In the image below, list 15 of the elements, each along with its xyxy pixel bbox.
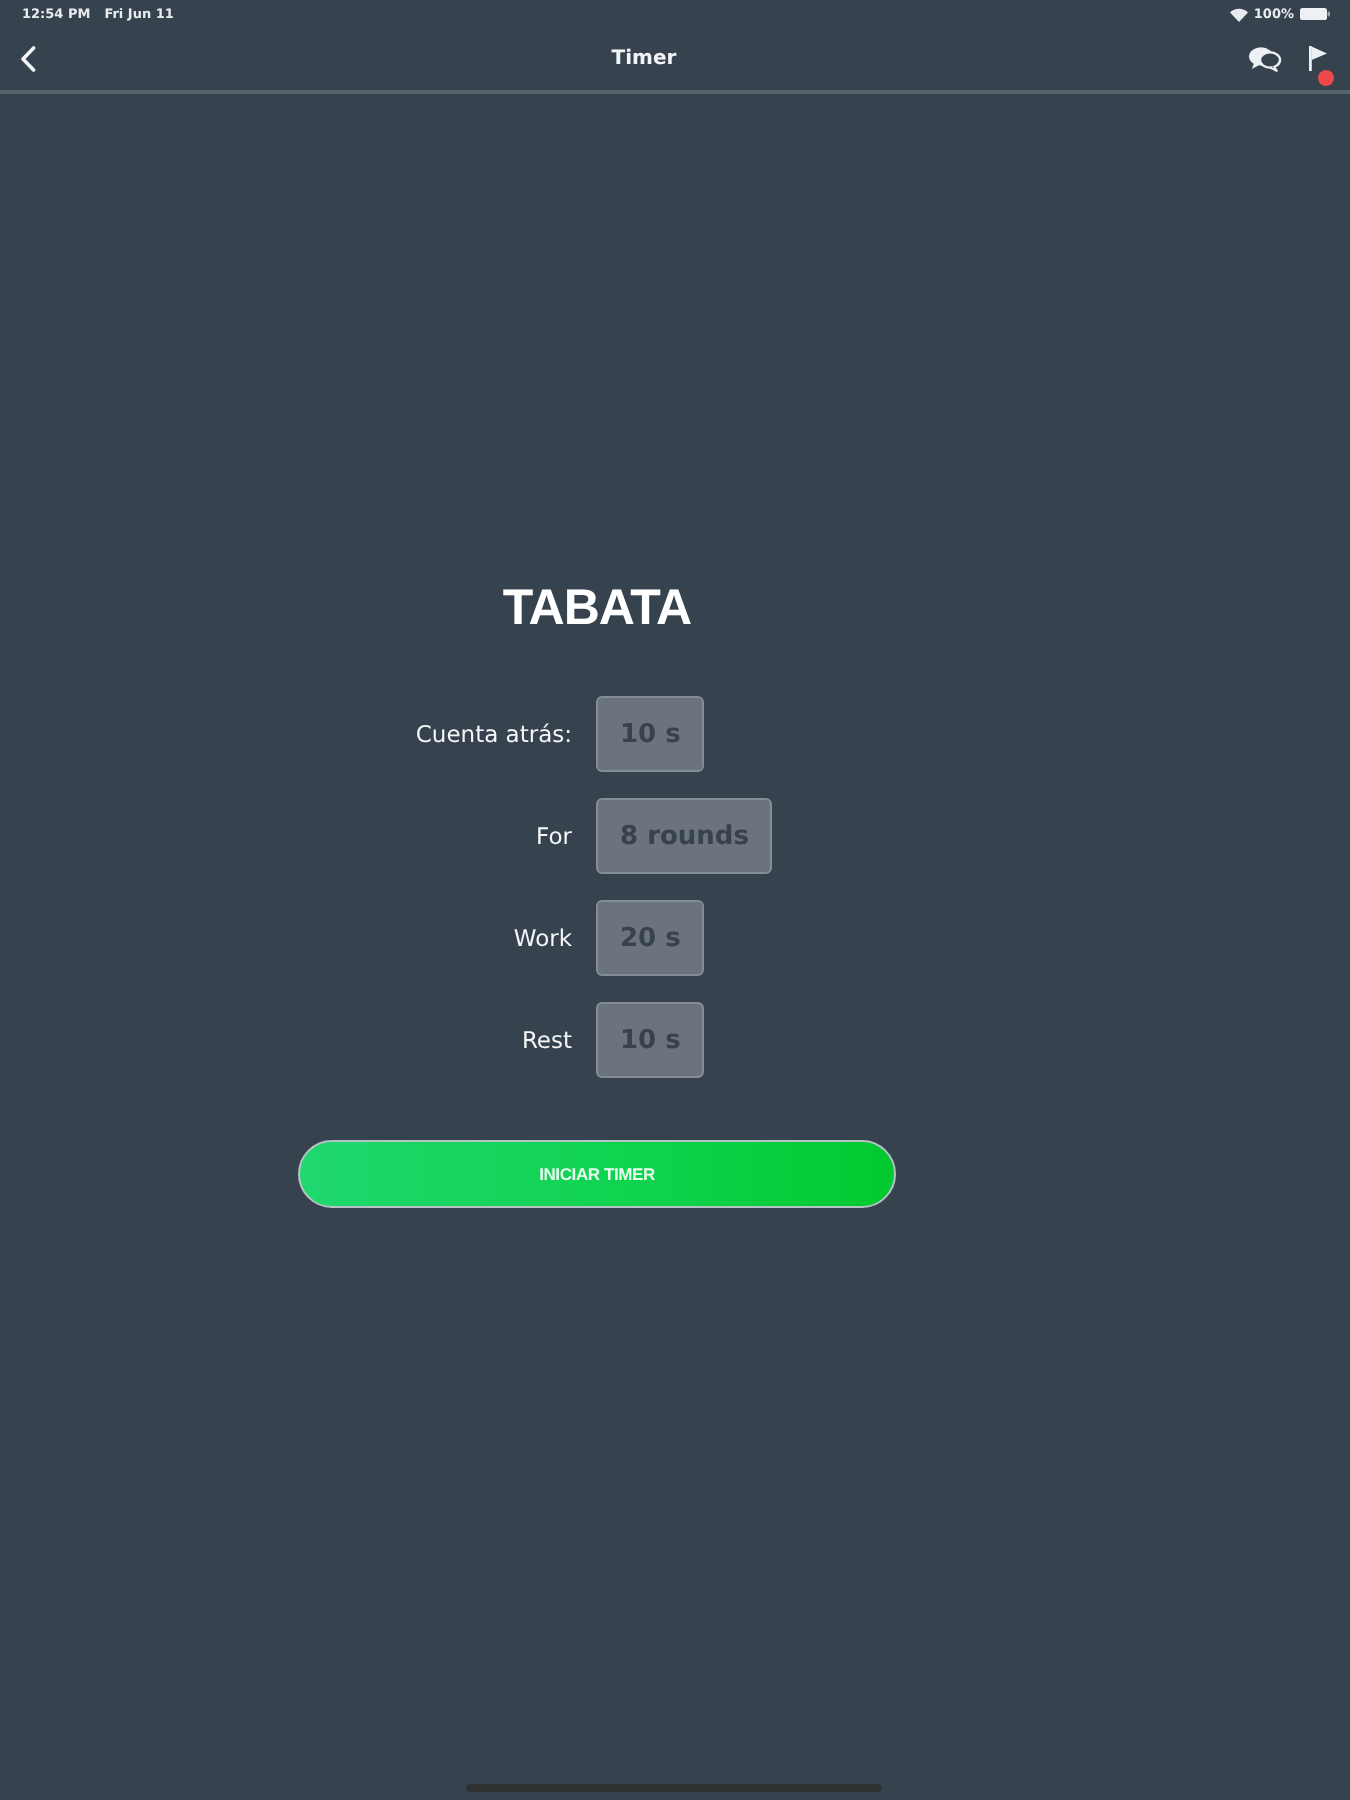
- flag-button[interactable]: [1308, 44, 1334, 86]
- setting-label: Work: [513, 924, 572, 952]
- setting-label: Rest: [521, 1026, 572, 1054]
- chat-button[interactable]: [1248, 46, 1282, 72]
- back-button[interactable]: [20, 45, 40, 73]
- timer-title: TABATA: [502, 580, 692, 638]
- setting-label: For: [536, 822, 572, 850]
- flag-icon: [1308, 44, 1328, 72]
- wifi-icon: [1229, 7, 1248, 21]
- chat-bubbles-icon: [1248, 46, 1282, 72]
- start-timer-button[interactable]: INICIAR TIMER: [298, 1140, 896, 1208]
- battery-icon: [1300, 8, 1330, 20]
- chevron-left-icon: [20, 46, 36, 72]
- header-title: Timer: [611, 48, 677, 70]
- setting-label: Cuenta atrás:: [415, 720, 572, 748]
